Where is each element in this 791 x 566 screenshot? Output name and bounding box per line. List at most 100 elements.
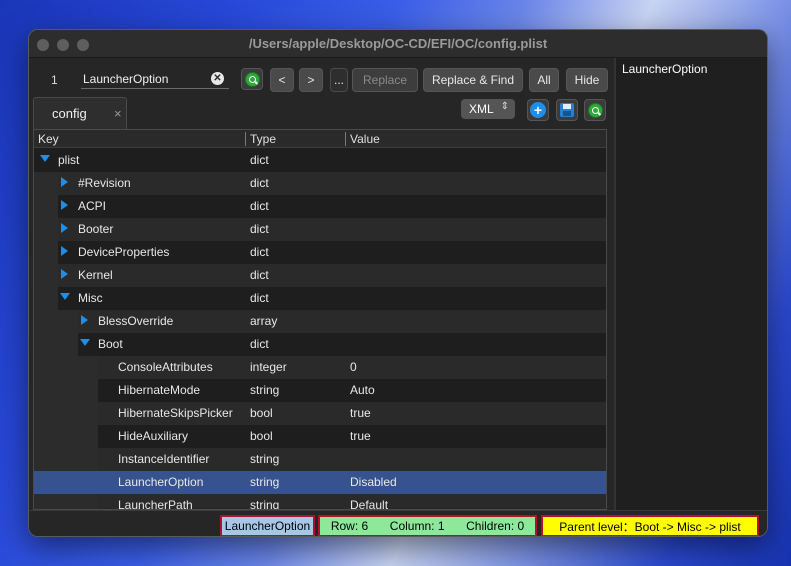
tab-config[interactable]: config × [33, 97, 127, 129]
status-current-key: LauncherOption [220, 515, 315, 536]
row-type: integer [250, 360, 287, 374]
row-type: dict [250, 153, 269, 167]
replace-all-button[interactable]: All [529, 68, 559, 92]
editor-pane: 1 LauncherOption ✕ < > ... Replace Repla… [29, 58, 614, 510]
row-value: true [350, 406, 371, 420]
detail-pane: LauncherOption [616, 58, 767, 510]
row-key: Kernel [78, 268, 113, 282]
row-type: string [250, 452, 280, 466]
row-value: Auto [350, 383, 375, 397]
tree-row[interactable]: HibernateMode string Auto [34, 379, 606, 402]
disclosure-expanded-icon[interactable] [40, 155, 50, 162]
column-divider[interactable] [345, 132, 346, 146]
row-key: HibernateSkipsPicker [118, 406, 233, 420]
plist-tree[interactable]: Key Type Value plist dict #Revision dict ACP… [33, 129, 607, 510]
row-key: LauncherPath [118, 498, 193, 510]
disclosure-collapsed-icon[interactable] [61, 223, 68, 233]
status-row: Row: 6 [330, 519, 369, 533]
indent-guide [34, 218, 58, 241]
disclosure-expanded-icon[interactable] [60, 293, 70, 300]
tree-row[interactable]: plist dict [34, 149, 606, 172]
close-tab-icon[interactable]: × [114, 106, 122, 121]
row-key: #Revision [78, 176, 131, 190]
disclosure-collapsed-icon[interactable] [61, 177, 68, 187]
tree-row[interactable]: Misc dict [34, 287, 606, 310]
find-next-button[interactable]: > [299, 68, 323, 92]
find-input[interactable]: LauncherOption [81, 69, 229, 89]
indent-guide [34, 241, 58, 264]
tree-row[interactable]: ConsoleAttributes integer 0 [34, 356, 606, 379]
tab-label: config [52, 106, 87, 121]
add-item-button[interactable]: + [527, 99, 549, 121]
replace-and-find-button[interactable]: Replace & Find [423, 68, 523, 92]
row-type: string [250, 475, 280, 489]
row-key: ConsoleAttributes [118, 360, 213, 374]
row-key: BlessOverride [98, 314, 174, 328]
tree-row[interactable]: LauncherPath string Default [34, 494, 606, 510]
row-key: Booter [78, 222, 114, 236]
row-type: string [250, 498, 280, 510]
status-column: Column: 1 [389, 519, 445, 533]
row-key: Boot [98, 337, 123, 351]
tree-row[interactable]: InstanceIdentifier string [34, 448, 606, 471]
indent-guide [34, 195, 58, 218]
status-children: Children: 0 [466, 519, 525, 533]
row-key: LauncherOption [118, 475, 204, 489]
find-button[interactable] [241, 68, 263, 90]
find-toggle-button[interactable] [584, 99, 606, 121]
row-key: Misc [78, 291, 103, 305]
column-header-value[interactable]: Value [350, 132, 380, 146]
clear-search-icon[interactable]: ✕ [211, 72, 224, 85]
tree-row[interactable]: #Revision dict [34, 172, 606, 195]
disclosure-collapsed-icon[interactable] [81, 315, 88, 325]
format-select[interactable]: XML ⇕ [461, 99, 515, 119]
row-type: bool [250, 429, 273, 443]
tree-row[interactable]: HideAuxiliary bool true [34, 425, 606, 448]
tree-row[interactable]: BlessOverride array [34, 310, 606, 333]
tree-row[interactable]: Booter dict [34, 218, 606, 241]
find-count: 1 [51, 73, 58, 87]
tree-row[interactable]: Kernel dict [34, 264, 606, 287]
save-disk-icon [560, 103, 574, 117]
detail-text[interactable]: LauncherOption [622, 62, 707, 76]
column-header-key[interactable]: Key [38, 132, 59, 146]
plus-icon: + [530, 102, 546, 118]
more-options-button[interactable]: ... [330, 68, 348, 92]
disclosure-collapsed-icon[interactable] [61, 200, 68, 210]
chevron-updown-icon: ⇕ [500, 101, 509, 112]
tree-row[interactable]: DeviceProperties dict [34, 241, 606, 264]
row-key: HideAuxiliary [118, 429, 189, 443]
row-type: bool [250, 406, 273, 420]
row-type: dict [250, 176, 269, 190]
status-bar: LauncherOption Row: 6 Column: 1 Children… [29, 510, 767, 536]
row-type: dict [250, 222, 269, 236]
row-type: dict [250, 268, 269, 282]
save-button[interactable] [556, 99, 578, 121]
tree-row[interactable]: ACPI dict [34, 195, 606, 218]
hide-find-button[interactable]: Hide [566, 68, 608, 92]
indent-guide [34, 172, 58, 195]
row-key: DeviceProperties [78, 245, 170, 259]
row-value: 0 [350, 360, 357, 374]
disclosure-collapsed-icon[interactable] [61, 246, 68, 256]
row-type: dict [250, 245, 269, 259]
find-previous-button[interactable]: < [270, 68, 294, 92]
row-key: plist [58, 153, 80, 167]
row-type: string [250, 383, 280, 397]
tree-row[interactable]: HibernateSkipsPicker bool true [34, 402, 606, 425]
row-key: ACPI [78, 199, 107, 213]
row-type: dict [250, 291, 269, 305]
indent-guide [34, 264, 58, 287]
disclosure-collapsed-icon[interactable] [61, 269, 68, 279]
replace-button[interactable]: Replace [352, 68, 418, 92]
tree-row-selected[interactable]: LauncherOption string Disabled [34, 471, 606, 494]
tree-row[interactable]: Boot dict [34, 333, 606, 356]
search-icon [244, 71, 260, 87]
status-position: Row: 6 Column: 1 Children: 0 [318, 515, 537, 536]
column-header-type[interactable]: Type [250, 132, 276, 146]
disclosure-expanded-icon[interactable] [80, 339, 90, 346]
window-title: /Users/apple/Desktop/OC-CD/EFI/OC/config… [248, 36, 548, 51]
row-value: Disabled [350, 475, 397, 489]
column-divider[interactable] [245, 132, 246, 146]
row-type: array [250, 314, 278, 328]
